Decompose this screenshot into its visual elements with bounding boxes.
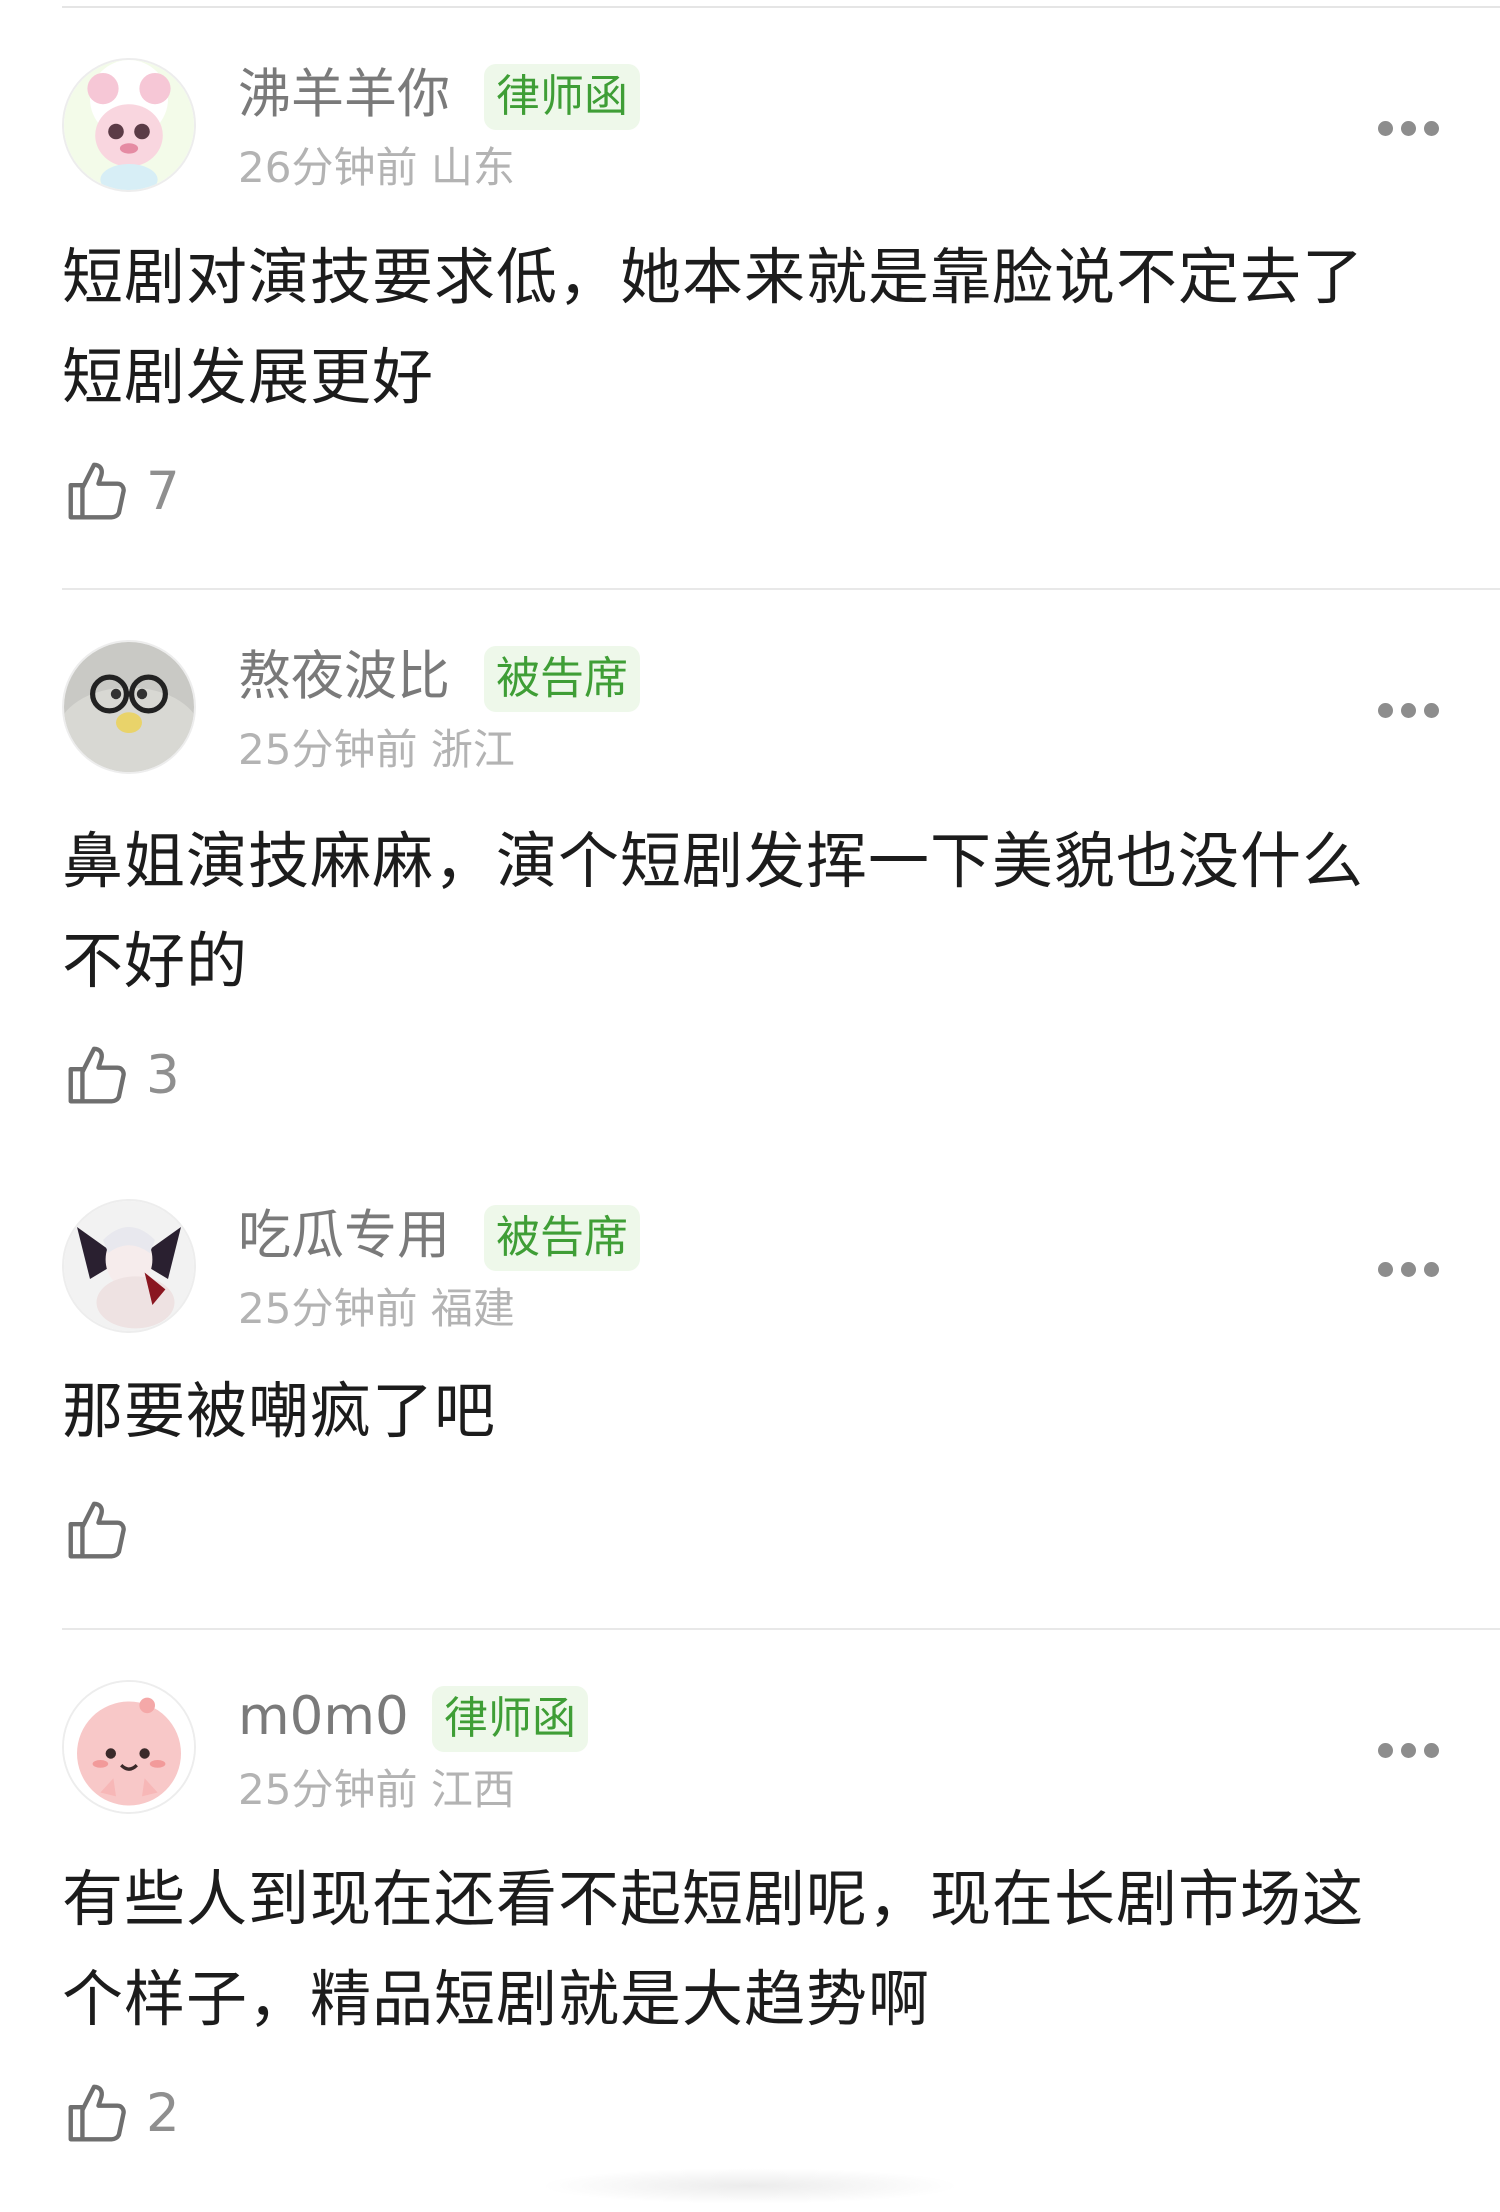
like-button[interactable]: 2 [62,2078,202,2158]
watermark-blur [540,2168,960,2204]
user-avatar[interactable] [62,58,196,192]
user-badge: 被告席 [484,1205,640,1271]
user-badge: 律师函 [484,64,640,130]
comment-meta: 25分钟前 浙江 [238,722,515,778]
more-options-icon[interactable] [1378,1259,1440,1279]
thumbs-up-icon [68,2084,126,2142]
anime-character-avatar-icon [64,1201,194,1331]
thumbs-up-icon [68,462,126,520]
comment-time: 26分钟前 [238,143,418,192]
username[interactable]: 沸羊羊你 [238,60,450,130]
username[interactable]: 熬夜波比 [238,642,450,712]
comment-location: 山东 [430,143,515,192]
comment-text: 鼻姐演技麻麻，演个短剧发挥一下美貌也没什么不好的 [62,826,1365,997]
comment-divider [62,588,1500,590]
comment-location: 江西 [430,1765,515,1814]
thumbs-up-icon [68,1046,126,1104]
comment-text: 有些人到现在还看不起短剧呢，现在长剧市场这个样子，精品短剧就是大趋势啊 [62,1864,1365,2035]
like-button[interactable]: 3 [62,1040,202,1120]
comment-divider [62,1628,1500,1630]
user-avatar[interactable] [62,640,196,774]
user-avatar[interactable] [62,1199,196,1333]
comment-text: 那要被嘲疯了吧 [62,1376,497,1447]
like-count: 7 [146,461,180,522]
user-badge: 律师函 [432,1686,588,1752]
like-count: 2 [146,2083,180,2144]
comment-location: 浙江 [430,725,515,774]
comment-time: 25分钟前 [238,1765,418,1814]
comment-meta: 25分钟前 江西 [238,1762,515,1818]
pink-blob-avatar-icon [64,1682,194,1812]
more-options-icon[interactable] [1378,700,1440,720]
comment-time: 25分钟前 [238,1284,418,1333]
pink-sheep-avatar-icon [64,60,194,190]
top-divider [62,6,1500,8]
more-options-icon[interactable] [1378,118,1440,138]
comment-meta: 26分钟前 山东 [238,140,515,196]
like-button[interactable] [62,1495,202,1575]
more-options-icon[interactable] [1378,1740,1440,1760]
glasses-avatar-icon [64,642,194,772]
thumbs-up-icon [68,1501,126,1559]
username[interactable]: m0m0 [238,1682,409,1752]
like-count: 3 [146,1045,180,1106]
username[interactable]: 吃瓜专用 [238,1201,450,1271]
user-avatar[interactable] [62,1680,196,1814]
comment-time: 25分钟前 [238,725,418,774]
user-badge: 被告席 [484,646,640,712]
comment-location: 福建 [430,1284,515,1333]
comment-meta: 25分钟前 福建 [238,1281,515,1337]
like-button[interactable]: 7 [62,456,202,536]
comment-text: 短剧对演技要求低，她本来就是靠脸说不定去了短剧发展更好 [62,242,1365,413]
